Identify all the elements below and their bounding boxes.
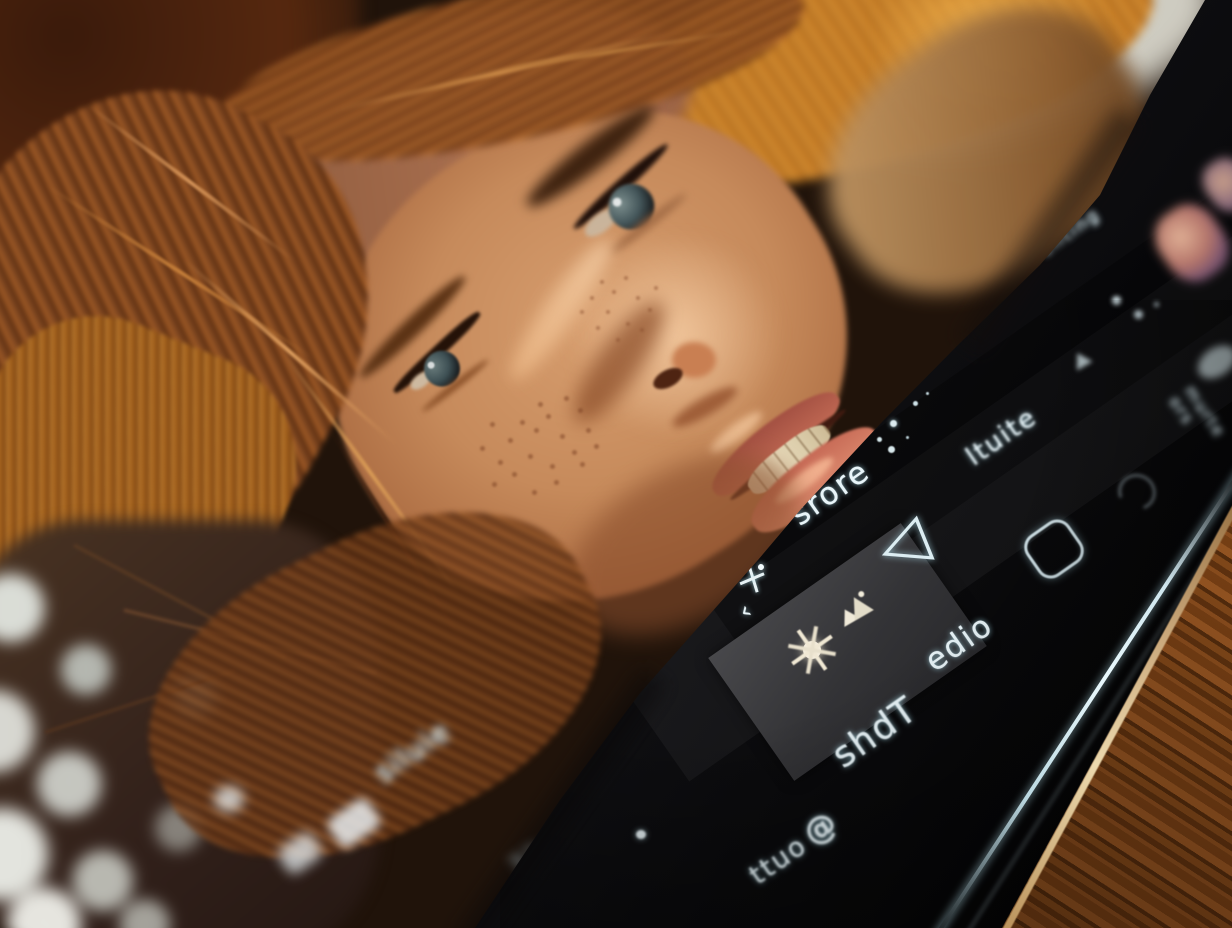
scene-photo-of-tablet: siluie 32g 3o ‹ srore ltuite ◁ [0, 0, 1232, 928]
right-eye-iris [599, 174, 664, 239]
freckles-cluster [520, 420, 525, 425]
blurred-dot-blob [214, 786, 244, 812]
freckles-cluster [600, 280, 604, 284]
